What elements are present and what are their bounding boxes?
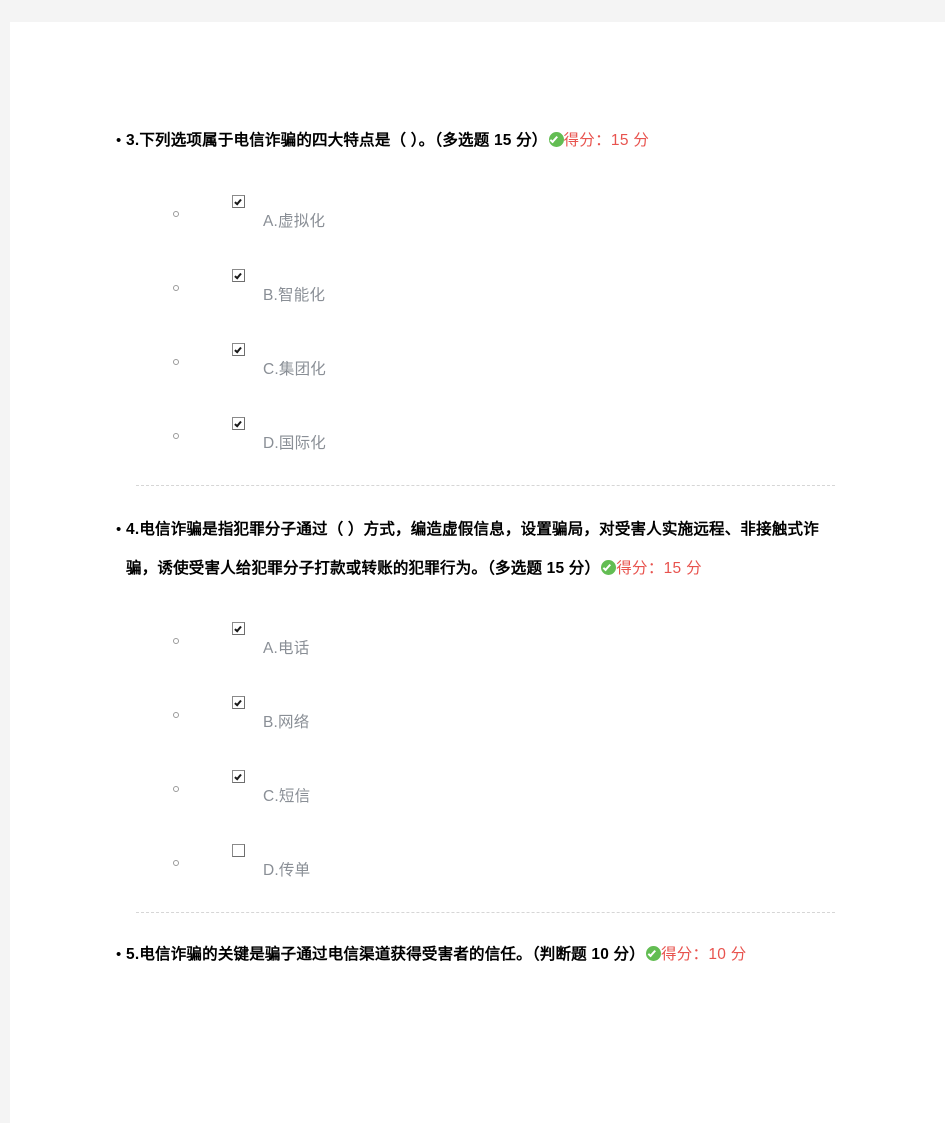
option-label: B.网络 <box>263 714 310 731</box>
option-bullet-icon <box>173 860 179 866</box>
question-list: 3.下列选项属于电信诈骗的四大特点是（ ）。（多选题 15 分）得分：15 分 … <box>10 22 945 974</box>
question-score: 得分：10 分 <box>660 946 747 963</box>
question-item: 3.下列选项属于电信诈骗的四大特点是（ ）。（多选题 15 分）得分：15 分 … <box>10 22 945 479</box>
green-check-circle-icon <box>548 132 564 147</box>
checkbox-checked-icon[interactable] <box>232 622 245 635</box>
option-label: D.国际化 <box>263 435 327 452</box>
option-row[interactable]: D.传单 <box>232 844 310 880</box>
option-bullet-icon <box>173 638 179 644</box>
option-row[interactable]: B.智能化 <box>232 269 325 305</box>
question-stem: 电信诈骗是指犯罪分子通过（ ）方式，编造虚假信息，设置骗局，对受害人实施远程、非… <box>126 521 819 577</box>
option-row[interactable]: B.网络 <box>232 696 309 732</box>
option-label: D.传单 <box>263 862 311 879</box>
option-row[interactable]: C.短信 <box>232 770 310 806</box>
question-score: 得分：15 分 <box>616 560 702 577</box>
option-bullet-icon <box>173 285 179 291</box>
option-bullet-icon <box>173 359 179 365</box>
checkbox-unchecked-icon[interactable] <box>232 844 245 857</box>
question-item: 5.电信诈骗的关键是骗子通过电信渠道获得受害者的信任。（判断题 10 分） 得分：… <box>10 913 945 974</box>
option-row[interactable]: C.集团化 <box>232 343 326 379</box>
checkbox-checked-icon[interactable] <box>232 343 245 356</box>
option-label: C.短信 <box>263 788 311 805</box>
green-check-circle-icon <box>645 946 661 961</box>
question-number: 5. <box>126 946 140 963</box>
question-item: 4.电信诈骗是指犯罪分子通过（ ）方式，编造虚假信息，设置骗局，对受害人实施远程… <box>10 486 945 906</box>
question-number: 4. <box>126 521 140 538</box>
checkbox-checked-icon[interactable] <box>232 269 245 282</box>
option-bullet-icon <box>173 712 179 718</box>
option-item[interactable]: C.短信 <box>10 758 945 832</box>
exam-result-page: 3.下列选项属于电信诈骗的四大特点是（ ）。（多选题 15 分）得分：15 分 … <box>10 22 945 1123</box>
option-label: A.虚拟化 <box>263 213 326 230</box>
option-item[interactable]: A.电话 <box>10 610 945 684</box>
option-item[interactable]: C.集团化 <box>10 331 945 405</box>
question-number: 3. <box>126 132 140 149</box>
option-row[interactable]: D.国际化 <box>232 417 326 453</box>
questions-container: 3.下列选项属于电信诈骗的四大特点是（ ）。（多选题 15 分）得分：15 分 … <box>10 22 945 974</box>
checkbox-checked-icon[interactable] <box>232 417 245 430</box>
question-stem-wrap: 5.电信诈骗的关键是骗子通过电信渠道获得受害者的信任。（判断题 10 分） 得分：… <box>10 935 945 974</box>
option-item[interactable]: D.国际化 <box>10 405 945 479</box>
option-label: A.电话 <box>263 640 310 657</box>
option-item[interactable]: A.虚拟化 <box>10 183 945 257</box>
option-item[interactable]: B.智能化 <box>10 257 945 331</box>
option-row[interactable]: A.电话 <box>232 622 309 658</box>
checkbox-checked-icon[interactable] <box>232 195 245 208</box>
green-check-circle-icon <box>601 560 617 575</box>
question-bullet-icon <box>116 121 126 160</box>
question-bullet-icon <box>116 510 126 549</box>
option-item[interactable]: D.传单 <box>10 832 945 906</box>
option-list: A.电话 B.网络 C.短信 D.传单 <box>10 610 945 906</box>
option-row[interactable]: A.虚拟化 <box>232 195 325 231</box>
option-list: A.虚拟化 B.智能化 C.集团化 D.国际化 <box>10 183 945 479</box>
checkbox-checked-icon[interactable] <box>232 770 245 783</box>
option-label: C.集团化 <box>263 361 327 378</box>
option-bullet-icon <box>173 786 179 792</box>
question-stem: 电信诈骗的关键是骗子通过电信渠道获得受害者的信任。（判断题 10 分） <box>139 946 645 963</box>
question-bullet-icon <box>116 935 126 974</box>
option-item[interactable]: B.网络 <box>10 684 945 758</box>
question-stem-wrap: 4.电信诈骗是指犯罪分子通过（ ）方式，编造虚假信息，设置骗局，对受害人实施远程… <box>10 510 945 588</box>
question-score: 得分：15 分 <box>563 132 650 149</box>
option-label: B.智能化 <box>263 287 326 304</box>
option-bullet-icon <box>173 433 179 439</box>
option-bullet-icon <box>173 211 179 217</box>
question-stem: 下列选项属于电信诈骗的四大特点是（ ）。（多选题 15 分） <box>139 132 548 149</box>
checkbox-checked-icon[interactable] <box>232 696 245 709</box>
question-stem-wrap: 3.下列选项属于电信诈骗的四大特点是（ ）。（多选题 15 分） 得分：15 分 <box>10 121 945 160</box>
